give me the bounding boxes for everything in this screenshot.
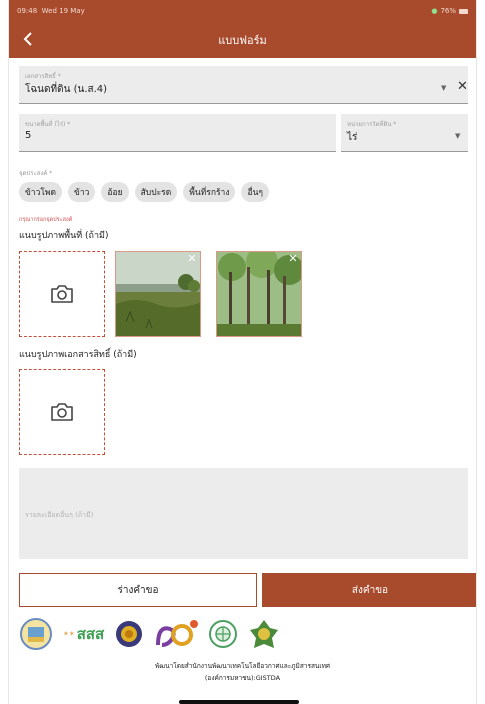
developer-credit: พัฒนาโดยสำนักงานพัฒนาเทคโนโลยีอวกาศและภู… bbox=[154, 662, 330, 670]
status-indicators: ● 76% bbox=[431, 7, 468, 15]
area-photo-thumbnail[interactable]: ✕ bbox=[216, 251, 302, 337]
wifi-icon: ● bbox=[431, 7, 438, 15]
document-photo-upload-button[interactable] bbox=[19, 369, 105, 455]
status-bar: 09:48 Wed 19 May ● 76% bbox=[9, 0, 476, 22]
clear-icon[interactable]: ✕ bbox=[457, 79, 468, 94]
camera-icon bbox=[51, 285, 73, 303]
document-photos-heading: แนบรูปภาพเอกสารสิทธิ์ (ถ้ามี) bbox=[19, 350, 137, 360]
agency-logo bbox=[20, 618, 52, 650]
submit-request-button[interactable]: ส่งคำขอ bbox=[262, 573, 476, 607]
chip-other[interactable]: อื่นๆ bbox=[241, 182, 269, 202]
document-type-label: เอกสารสิทธิ์ * bbox=[25, 73, 61, 80]
land-unit-value: ไร่ bbox=[347, 132, 358, 143]
remove-photo-icon[interactable]: ✕ bbox=[186, 253, 198, 265]
thaihealth-logo: ✶✶ สสส bbox=[63, 625, 105, 643]
area-photo-upload-button[interactable] bbox=[19, 251, 105, 337]
document-type-select[interactable]: เอกสารสิทธิ์ * โฉนดที่ดิน (น.ส.4) ▼ ✕ bbox=[19, 66, 468, 104]
anniversary-logo bbox=[156, 620, 199, 647]
document-type-value: โฉนดที่ดิน (น.ส.4) bbox=[25, 84, 108, 95]
chip-rice[interactable]: ข้าว bbox=[68, 182, 96, 202]
battery-icon bbox=[459, 8, 468, 14]
camera-icon bbox=[51, 403, 73, 421]
chip-corn[interactable]: ข้าวโพด bbox=[19, 182, 63, 202]
ministry-seal-logo bbox=[250, 620, 279, 648]
battery-percent: 76% bbox=[440, 7, 456, 15]
sun-emblem-logo bbox=[116, 621, 143, 647]
chip-sugarcane[interactable]: อ้อย bbox=[101, 182, 129, 202]
purpose-chips: ข้าวโพด ข้าว อ้อย สับปะรด พื้นที่รกร้าง … bbox=[19, 182, 269, 202]
chip-pineapple[interactable]: สับปะรด bbox=[134, 182, 178, 202]
dropdown-arrow-icon: ▼ bbox=[441, 84, 447, 92]
app-bar: แบบฟอร์ม bbox=[9, 22, 476, 58]
land-unit-label: หน่วยการวัดที่ดิน * bbox=[347, 121, 397, 128]
save-draft-button[interactable]: ร่างคำขอ bbox=[19, 573, 257, 607]
remove-photo-icon[interactable]: ✕ bbox=[287, 253, 299, 265]
area-size-label: ขนาดพื้นที่ (ไร่) * bbox=[25, 121, 71, 128]
area-size-value: 5 bbox=[25, 130, 32, 141]
area-size-input[interactable]: ขนาดพื้นที่ (ไร่) * 5 bbox=[19, 114, 336, 152]
land-unit-select[interactable]: หน่วยการวัดที่ดิน * ไร่ ▼ bbox=[341, 114, 468, 152]
developer-credit-org: (องค์การมหาชน):GISTDA bbox=[204, 674, 281, 682]
details-textarea[interactable]: รายละเอียดอื่นๆ (ถ้ามี) bbox=[19, 468, 468, 559]
area-photo-thumbnail[interactable]: ✕ bbox=[115, 251, 201, 337]
area-photos-heading: แนบรูปภาพพื้นที่ (ถ้ามี) bbox=[19, 231, 109, 241]
emblem-logo bbox=[209, 620, 238, 648]
back-button[interactable] bbox=[17, 28, 39, 50]
partner-logos: ✶✶ สสส bbox=[19, 617, 280, 651]
purpose-label: จุดประสงค์ * bbox=[19, 170, 53, 177]
chip-vacant-land[interactable]: พื้นที่รกร้าง bbox=[183, 182, 236, 202]
page-title: แบบฟอร์ม bbox=[218, 34, 267, 47]
app-frame: 09:48 Wed 19 May ● 76% แบบฟอร์ม เอกสารสิ… bbox=[8, 0, 477, 704]
home-indicator bbox=[179, 700, 299, 704]
chevron-left-icon bbox=[23, 32, 32, 46]
purpose-error-message: กรุณากรอกจุดประสงค์ bbox=[19, 217, 73, 223]
details-placeholder: รายละเอียดอื่นๆ (ถ้ามี) bbox=[25, 511, 94, 519]
status-time: 09:48 Wed 19 May bbox=[17, 7, 85, 15]
dropdown-arrow-icon: ▼ bbox=[455, 132, 461, 140]
